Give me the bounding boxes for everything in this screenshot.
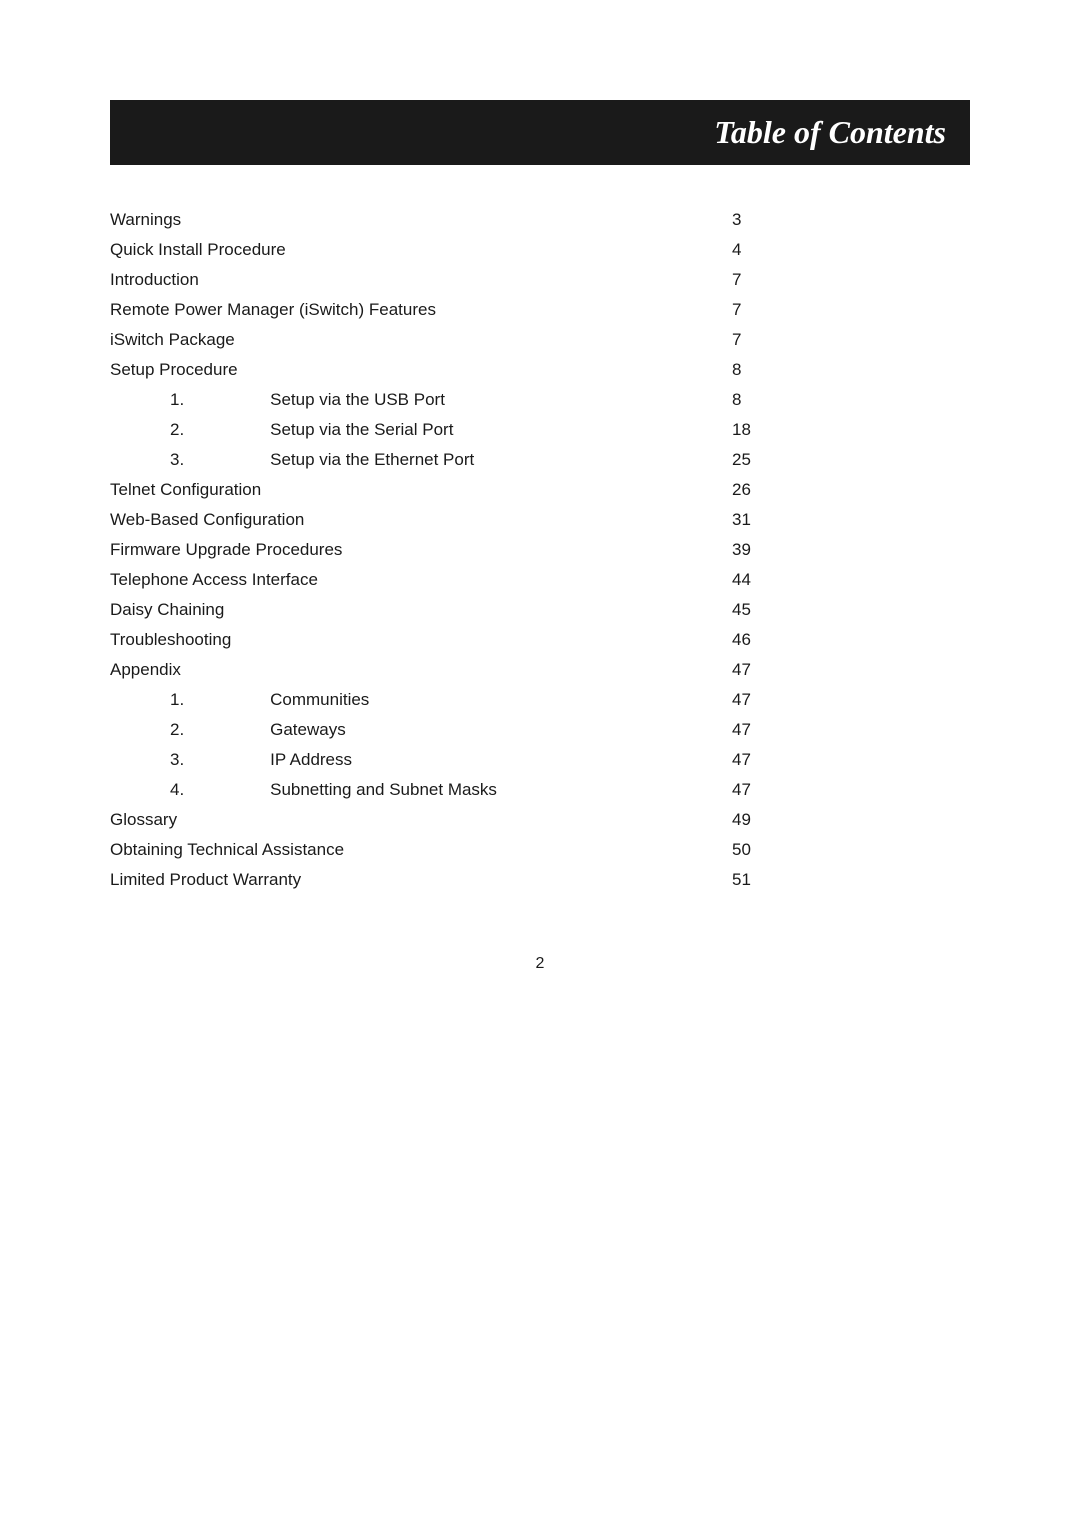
toc-row: 3.IP Address47 [110,745,970,775]
toc-row: Daisy Chaining45 [110,595,970,625]
toc-item-label: Quick Install Procedure [110,235,712,265]
toc-item-label: Introduction [110,265,712,295]
toc-item-page: 8 [712,355,970,385]
toc-table: Warnings3Quick Install Procedure4Introdu… [110,205,970,895]
toc-row: 1.Setup via the USB Port8 [110,385,970,415]
toc-item-label: iSwitch Package [110,325,712,355]
toc-item-label: IP Address [270,745,712,775]
toc-item-label: Setup Procedure [110,355,712,385]
toc-row: Web-Based Configuration31 [110,505,970,535]
toc-row: Troubleshooting46 [110,625,970,655]
toc-item-label: Warnings [110,205,712,235]
toc-row: Obtaining Technical Assistance50 [110,835,970,865]
toc-item-label: Remote Power Manager (iSwitch) Features [110,295,712,325]
toc-item-label: Troubleshooting [110,625,712,655]
toc-item-number: 2. [110,415,270,445]
toc-row: Remote Power Manager (iSwitch) Features7 [110,295,970,325]
toc-item-label: Glossary [110,805,712,835]
toc-row: Glossary49 [110,805,970,835]
toc-item-number: 1. [110,685,270,715]
toc-item-page: 7 [712,295,970,325]
toc-item-page: 45 [712,595,970,625]
toc-item-page: 47 [712,775,970,805]
toc-item-number: 1. [110,385,270,415]
toc-row: 3.Setup via the Ethernet Port25 [110,445,970,475]
toc-item-page: 18 [712,415,970,445]
toc-item-page: 44 [712,565,970,595]
toc-row: 1.Communities47 [110,685,970,715]
toc-item-page: 7 [712,325,970,355]
toc-item-page: 47 [712,685,970,715]
page-title: Table of Contents [134,114,946,151]
toc-row: Telnet Configuration26 [110,475,970,505]
toc-item-page: 3 [712,205,970,235]
toc-row: 4.Subnetting and Subnet Masks47 [110,775,970,805]
toc-row: Telephone Access Interface44 [110,565,970,595]
toc-item-label: Appendix [110,655,712,685]
toc-row: Warnings3 [110,205,970,235]
toc-item-page: 39 [712,535,970,565]
toc-item-label: Telephone Access Interface [110,565,712,595]
toc-item-page: 47 [712,655,970,685]
toc-item-page: 25 [712,445,970,475]
toc-item-page: 46 [712,625,970,655]
toc-item-label: Setup via the USB Port [270,385,712,415]
page-footer: 2 [110,895,970,973]
toc-item-page: 26 [712,475,970,505]
toc-item-label: Web-Based Configuration [110,505,712,535]
toc-item-label: Daisy Chaining [110,595,712,625]
toc-item-label: Setup via the Serial Port [270,415,712,445]
toc-item-page: 47 [712,745,970,775]
toc-item-label: Obtaining Technical Assistance [110,835,712,865]
toc-item-number: 3. [110,445,270,475]
toc-item-number: 2. [110,715,270,745]
toc-item-label: Firmware Upgrade Procedures [110,535,712,565]
toc-item-page: 49 [712,805,970,835]
toc-row: Firmware Upgrade Procedures39 [110,535,970,565]
toc-item-page: 47 [712,715,970,745]
toc-item-number: 4. [110,775,270,805]
toc-item-label: Setup via the Ethernet Port [270,445,712,475]
toc-item-page: 7 [712,265,970,295]
toc-item-number: 3. [110,745,270,775]
toc-row: iSwitch Package7 [110,325,970,355]
toc-item-page: 8 [712,385,970,415]
toc-item-label: Telnet Configuration [110,475,712,505]
toc-item-page: 31 [712,505,970,535]
toc-row: 2.Setup via the Serial Port18 [110,415,970,445]
title-bar: Table of Contents [110,100,970,165]
toc-row: Setup Procedure8 [110,355,970,385]
toc-item-page: 51 [712,865,970,895]
toc-item-label: Gateways [270,715,712,745]
toc-row: Limited Product Warranty51 [110,865,970,895]
toc-item-page: 4 [712,235,970,265]
toc-row: Introduction7 [110,265,970,295]
toc-row: Quick Install Procedure4 [110,235,970,265]
toc-row: Appendix47 [110,655,970,685]
toc-item-label: Subnetting and Subnet Masks [270,775,712,805]
toc-item-page: 50 [712,835,970,865]
page-number: 2 [536,955,545,972]
toc-item-label: Communities [270,685,712,715]
toc-row: 2.Gateways47 [110,715,970,745]
toc-item-label: Limited Product Warranty [110,865,712,895]
page-container: Table of Contents Warnings3Quick Install… [110,0,970,1053]
